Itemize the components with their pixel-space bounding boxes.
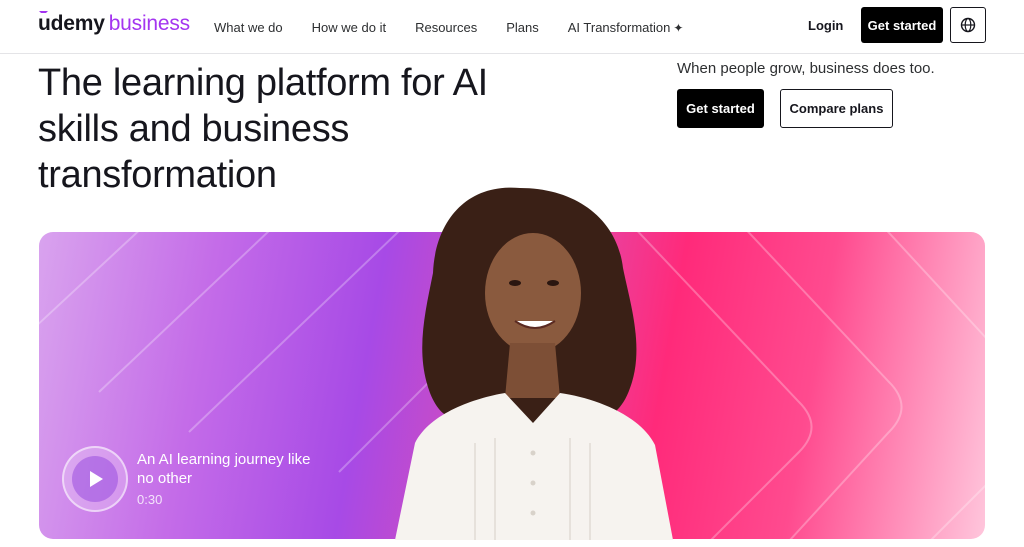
hero-person-image bbox=[395, 187, 673, 540]
play-video-button[interactable] bbox=[62, 446, 128, 512]
nav-resources[interactable]: Resources bbox=[415, 20, 477, 35]
nav-how-we-do-it[interactable]: How we do it bbox=[312, 20, 386, 35]
get-started-button[interactable]: Get started bbox=[677, 89, 764, 128]
nav-plans[interactable]: Plans bbox=[506, 20, 539, 35]
main-nav: What we do How we do it Resources Plans … bbox=[214, 0, 712, 54]
compare-plans-button[interactable]: Compare plans bbox=[780, 89, 893, 128]
header-get-started-button[interactable]: Get started bbox=[861, 7, 943, 43]
globe-icon bbox=[960, 17, 976, 33]
logo-brand: udemy bbox=[38, 11, 105, 35]
nav-ai-transformation[interactable]: AI Transformation ✦ bbox=[568, 20, 684, 35]
nav-what-we-do[interactable]: What we do bbox=[214, 20, 283, 35]
udemy-business-logo[interactable]: udemy business bbox=[38, 11, 190, 36]
hero-subtitle: When people grow, business does too. bbox=[677, 60, 935, 77]
language-button[interactable] bbox=[950, 7, 986, 43]
sparkle-icon: ✦ bbox=[673, 20, 684, 35]
play-button-inner bbox=[72, 456, 118, 502]
video-title: An AI learning journey like no other bbox=[137, 451, 311, 487]
login-link[interactable]: Login bbox=[808, 18, 843, 33]
logo-product: business bbox=[108, 12, 190, 35]
site-header: udemy business What we do How we do it R… bbox=[0, 0, 1024, 54]
video-duration: 0:30 bbox=[137, 492, 163, 507]
hero-title: The learning platform for AI skills and … bbox=[38, 62, 488, 196]
nav-ai-transformation-label: AI Transformation bbox=[567, 19, 671, 35]
play-icon bbox=[90, 471, 103, 487]
